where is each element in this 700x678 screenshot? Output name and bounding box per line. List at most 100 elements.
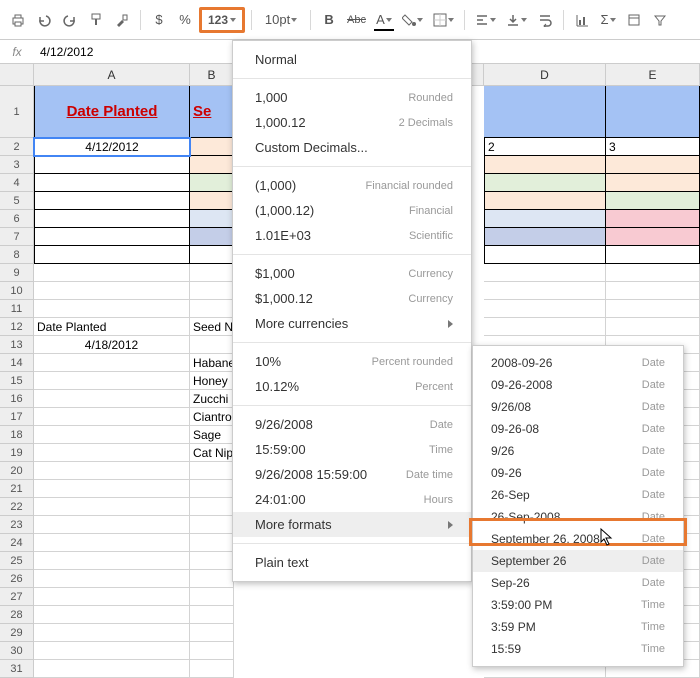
col-header-a[interactable]: A <box>34 64 190 86</box>
cell[interactable] <box>484 246 606 264</box>
cell[interactable] <box>606 156 700 174</box>
row-header[interactable]: 9 <box>0 264 34 282</box>
menu-item[interactable]: 9/26/2008Date <box>233 412 471 437</box>
strike-button[interactable]: Abc <box>343 7 370 33</box>
cell[interactable] <box>484 192 606 210</box>
cell[interactable] <box>606 246 700 264</box>
row-header[interactable]: 24 <box>0 534 34 552</box>
cell[interactable] <box>34 210 190 228</box>
menu-item[interactable]: Plain text <box>233 550 471 575</box>
cell[interactable] <box>190 228 234 246</box>
functions-button[interactable]: Σ <box>596 7 620 33</box>
cell-seed[interactable]: Cat Nip <box>190 444 234 462</box>
cell-d2[interactable]: 2 <box>484 138 606 156</box>
row-header[interactable]: 14 <box>0 354 34 372</box>
row-header[interactable]: 12 <box>0 318 34 336</box>
menu-item[interactable]: 1.01E+03Scientific <box>233 223 471 248</box>
menu-item[interactable]: More currencies <box>233 311 471 336</box>
cell[interactable] <box>484 156 606 174</box>
menu-item[interactable]: (1,000.12)Financial <box>233 198 471 223</box>
row-header[interactable]: 3 <box>0 156 34 174</box>
cell[interactable] <box>190 192 234 210</box>
menu-item[interactable]: 9/26/2008 15:59:00Date time <box>233 462 471 487</box>
row-header[interactable]: 10 <box>0 282 34 300</box>
submenu-item[interactable]: 09-26-08 Date <box>473 418 683 440</box>
row-header[interactable]: 17 <box>0 408 34 426</box>
row-header[interactable]: 21 <box>0 480 34 498</box>
fill-color-button[interactable] <box>398 7 427 33</box>
cell[interactable] <box>484 174 606 192</box>
cell[interactable] <box>34 192 190 210</box>
cell-e1[interactable] <box>606 86 700 138</box>
menu-item[interactable]: Custom Decimals... <box>233 135 471 160</box>
row-header[interactable]: 30 <box>0 642 34 660</box>
submenu-item[interactable]: September 26 Date <box>473 550 683 572</box>
text-color-button[interactable]: A <box>372 7 396 33</box>
row-header[interactable]: 8 <box>0 246 34 264</box>
cell[interactable] <box>484 228 606 246</box>
cell[interactable] <box>484 210 606 228</box>
submenu-item[interactable]: 26-Sep-2008 Date <box>473 506 683 528</box>
cell[interactable] <box>606 228 700 246</box>
print-icon[interactable] <box>6 7 30 33</box>
cell[interactable] <box>34 156 190 174</box>
cell-seed[interactable]: Sage <box>190 426 234 444</box>
submenu-item[interactable]: 9/26 Date <box>473 440 683 462</box>
bold-button[interactable]: B <box>317 7 341 33</box>
font-size-select[interactable]: 10pt <box>258 7 304 33</box>
cell[interactable] <box>606 210 700 228</box>
redo-icon[interactable] <box>58 7 82 33</box>
submenu-item[interactable]: 09-26-2008 Date <box>473 374 683 396</box>
menu-item[interactable]: (1,000)Financial rounded <box>233 173 471 198</box>
number-format-button[interactable]: 123 <box>199 7 245 33</box>
row-header[interactable]: 26 <box>0 570 34 588</box>
submenu-item[interactable]: 3:59 PM Time <box>473 616 683 638</box>
row-header[interactable]: 28 <box>0 606 34 624</box>
cell-d1[interactable] <box>484 86 606 138</box>
col-header-d[interactable]: D <box>484 64 606 86</box>
row-header[interactable]: 22 <box>0 498 34 516</box>
cell[interactable] <box>34 228 190 246</box>
menu-item[interactable]: 1,000Rounded <box>233 85 471 110</box>
menu-item[interactable]: 10%Percent rounded <box>233 349 471 374</box>
submenu-item[interactable]: 15:59 Time <box>473 638 683 660</box>
cell[interactable] <box>190 174 234 192</box>
percent-button[interactable]: % <box>173 7 197 33</box>
row-header[interactable]: 18 <box>0 426 34 444</box>
h-align-button[interactable] <box>471 7 500 33</box>
cell[interactable] <box>34 246 190 264</box>
cell-a2-active[interactable]: 4/12/2012 <box>34 138 190 156</box>
cell-b12[interactable]: Seed N <box>190 318 234 336</box>
row-header[interactable]: 4 <box>0 174 34 192</box>
submenu-item[interactable]: 09-26 Date <box>473 462 683 484</box>
select-all-corner[interactable] <box>0 64 34 86</box>
submenu-item[interactable]: 26-Sep Date <box>473 484 683 506</box>
cell[interactable] <box>606 192 700 210</box>
menu-item[interactable]: 15:59:00Time <box>233 437 471 462</box>
cell-seed[interactable]: Ciantro <box>190 408 234 426</box>
row-header[interactable]: 19 <box>0 444 34 462</box>
cell[interactable] <box>34 174 190 192</box>
submenu-item[interactable]: Sep-26 Date <box>473 572 683 594</box>
filter-views-icon[interactable] <box>622 7 646 33</box>
cell-seed[interactable]: Zucchi <box>190 390 234 408</box>
cell[interactable] <box>190 246 234 264</box>
wrap-text-button[interactable] <box>533 7 557 33</box>
cell-a12[interactable]: Date Planted <box>34 318 190 336</box>
filter-icon[interactable] <box>648 7 672 33</box>
submenu-item[interactable]: 2008-09-26 Date <box>473 352 683 374</box>
submenu-item[interactable]: September 26, 2008 Date <box>473 528 683 550</box>
menu-item[interactable]: $1,000.12Currency <box>233 286 471 311</box>
cell[interactable] <box>190 156 234 174</box>
submenu-item[interactable]: 9/26/08 Date <box>473 396 683 418</box>
menu-item[interactable]: 24:01:00Hours <box>233 487 471 512</box>
format-painter-icon[interactable] <box>110 7 134 33</box>
menu-item[interactable]: More formats <box>233 512 471 537</box>
row-header[interactable]: 1 <box>0 86 34 138</box>
cell-a13[interactable]: 4/18/2012 <box>34 336 190 354</box>
row-header[interactable]: 23 <box>0 516 34 534</box>
cell-e2[interactable]: 3 <box>606 138 700 156</box>
row-header[interactable]: 31 <box>0 660 34 678</box>
cell-seed[interactable]: Honey <box>190 372 234 390</box>
row-header[interactable]: 2 <box>0 138 34 156</box>
